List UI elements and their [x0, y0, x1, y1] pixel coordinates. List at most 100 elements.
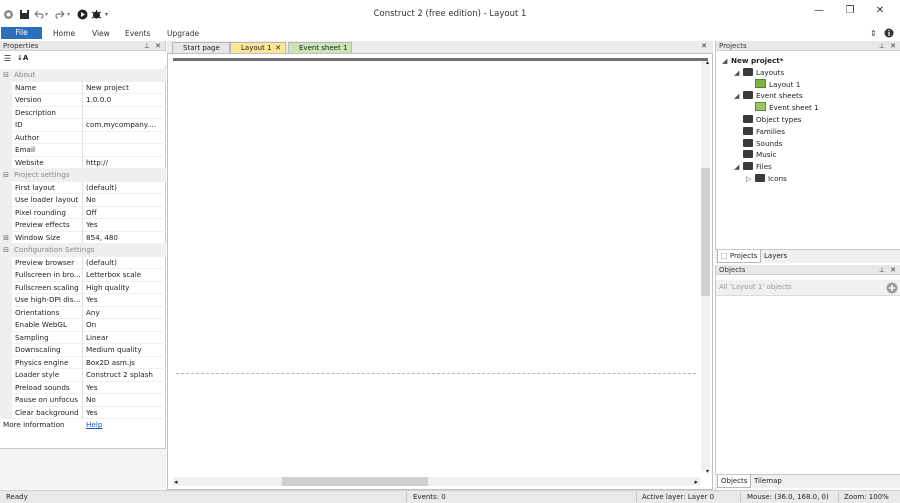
- property-value[interactable]: Off: [86, 207, 164, 220]
- layout-canvas[interactable]: ◂ ▸ ▴ ▾: [167, 53, 713, 490]
- property-row[interactable]: Enable WebGL On: [0, 319, 166, 332]
- tree-item[interactable]: ◢ Event sheets: [734, 90, 803, 102]
- tab-view[interactable]: View: [92, 27, 110, 40]
- property-value[interactable]: Medium quality: [86, 344, 164, 357]
- property-row[interactable]: Email: [0, 144, 166, 157]
- tab-projects[interactable]: ⬚ Projects: [717, 250, 762, 263]
- property-row[interactable]: Pixel rounding Off: [0, 206, 166, 220]
- tree-item[interactable]: ◢ New project*: [722, 55, 783, 67]
- property-value[interactable]: Any: [86, 307, 164, 320]
- property-value[interactable]: No: [86, 394, 164, 407]
- property-value[interactable]: New project: [86, 82, 164, 95]
- collapse-category-icon[interactable]: ⊟: [0, 69, 12, 82]
- property-value[interactable]: Linear: [86, 332, 164, 345]
- scroll-right-icon[interactable]: ▸: [694, 478, 698, 486]
- tab-objects[interactable]: Objects: [717, 475, 752, 488]
- property-value[interactable]: Yes: [86, 219, 164, 232]
- pin-icon[interactable]: ⊥: [144, 41, 150, 51]
- tree-item[interactable]: Families: [734, 126, 785, 138]
- property-row[interactable]: Name New project: [0, 81, 166, 95]
- property-row[interactable]: Author: [0, 131, 166, 144]
- property-value[interactable]: 854, 480: [86, 232, 164, 245]
- tree-item[interactable]: ◢ Files: [734, 161, 772, 173]
- collapse-ribbon-icon[interactable]: ⇕: [870, 27, 877, 40]
- property-row[interactable]: Downscaling Medium quality: [0, 344, 166, 357]
- property-value[interactable]: 1.0.0.0: [86, 94, 164, 107]
- property-row[interactable]: Preview effects Yes: [0, 219, 166, 232]
- pin-icon[interactable]: ⊥: [879, 41, 885, 51]
- property-value[interactable]: (default): [86, 182, 164, 195]
- help-link[interactable]: Help: [86, 419, 102, 432]
- sort-az-icon[interactable]: ↓A: [17, 54, 28, 62]
- property-row[interactable]: Website http://: [0, 156, 166, 170]
- property-row[interactable]: Loader style Construct 2 splash: [0, 369, 166, 382]
- tree-item[interactable]: Music: [734, 149, 776, 161]
- tree-item[interactable]: ◢ Layouts: [734, 67, 784, 79]
- property-row[interactable]: Version 1.0.0.0: [0, 94, 166, 107]
- close-button[interactable]: ✕: [866, 4, 894, 18]
- close-document-icon[interactable]: ✕: [701, 42, 707, 50]
- expand-arrow-icon[interactable]: ▷: [746, 174, 755, 186]
- close-panel-icon[interactable]: ✕: [890, 41, 896, 51]
- close-panel-icon[interactable]: ✕: [155, 41, 161, 51]
- property-row[interactable]: Use loader layout No: [0, 194, 166, 207]
- property-row[interactable]: ID com.mycompany....: [0, 119, 166, 132]
- tree-item[interactable]: ▷ Icons: [746, 173, 787, 185]
- doc-tab-start-page[interactable]: Start page: [172, 42, 230, 53]
- tab-tilemap[interactable]: Tilemap: [751, 475, 785, 488]
- property-category[interactable]: ⊟ Configuration Settings: [0, 244, 166, 257]
- vertical-scroll-thumb[interactable]: [701, 168, 710, 296]
- pin-icon[interactable]: ⊥: [879, 265, 885, 275]
- expand-arrow-icon[interactable]: ◢: [734, 68, 743, 80]
- expand-arrow-icon[interactable]: ◢: [734, 162, 743, 174]
- property-value[interactable]: Yes: [86, 294, 164, 307]
- property-row[interactable]: Orientations Any: [0, 306, 166, 320]
- minimize-button[interactable]: —: [805, 4, 833, 18]
- collapse-category-icon[interactable]: ⊟: [0, 169, 12, 182]
- property-value[interactable]: http://: [86, 157, 164, 170]
- property-value[interactable]: No: [86, 194, 164, 207]
- expand-arrow-icon[interactable]: ◢: [734, 91, 743, 103]
- tree-item[interactable]: Layout 1: [746, 78, 800, 91]
- add-object-icon[interactable]: [886, 282, 898, 294]
- property-value[interactable]: com.mycompany....: [86, 119, 164, 132]
- property-row[interactable]: Description: [0, 106, 166, 119]
- tree-item[interactable]: Sounds: [734, 138, 782, 150]
- scroll-up-icon[interactable]: ▴: [706, 59, 709, 66]
- property-value[interactable]: High quality: [86, 282, 164, 295]
- expand-property-icon[interactable]: ⊞: [0, 231, 12, 244]
- expand-arrow-icon[interactable]: ◢: [722, 56, 731, 68]
- property-row[interactable]: Physics engine Box2D asm.js: [0, 356, 166, 370]
- property-value[interactable]: Letterbox scale: [86, 269, 164, 282]
- scroll-down-icon[interactable]: ▾: [706, 468, 709, 475]
- property-value[interactable]: Yes: [86, 407, 164, 420]
- tab-file[interactable]: File: [1, 27, 42, 39]
- tree-item[interactable]: Object types: [734, 114, 802, 126]
- property-value[interactable]: Construct 2 splash: [86, 369, 164, 382]
- categorized-view-icon[interactable]: ☰: [4, 54, 11, 63]
- tree-item[interactable]: Event sheet 1: [746, 102, 819, 114]
- help-info-icon[interactable]: [884, 27, 894, 40]
- property-row[interactable]: Fullscreen scaling High quality: [0, 281, 166, 295]
- property-row[interactable]: Pause on unfocus No: [0, 394, 166, 407]
- property-row[interactable]: ⊞ Window Size 854, 480: [0, 231, 166, 245]
- property-value[interactable]: On: [86, 319, 164, 332]
- horizontal-scrollbar[interactable]: [173, 477, 700, 486]
- tab-home[interactable]: Home: [53, 27, 75, 40]
- property-value[interactable]: Box2D asm.js: [86, 357, 164, 370]
- tab-layers[interactable]: Layers: [761, 250, 790, 263]
- collapse-category-icon[interactable]: ⊟: [0, 244, 12, 257]
- tab-events[interactable]: Events: [125, 27, 150, 40]
- property-row[interactable]: First layout (default): [0, 181, 166, 195]
- scroll-left-icon[interactable]: ◂: [174, 478, 178, 486]
- horizontal-scroll-thumb[interactable]: [282, 477, 428, 486]
- property-value[interactable]: (default): [86, 257, 164, 270]
- object-filter[interactable]: All 'Layout 1' objects: [716, 280, 900, 296]
- doc-tab-event-sheet-1[interactable]: Event sheet 1: [288, 42, 352, 53]
- property-row[interactable]: Use high-DPI dis... Yes: [0, 294, 166, 307]
- close-panel-icon[interactable]: ✕: [890, 265, 896, 275]
- property-category[interactable]: ⊟ About: [0, 69, 166, 82]
- property-row[interactable]: Fullscreen in bro... Letterbox scale: [0, 269, 166, 282]
- property-category[interactable]: ⊟ Project settings: [0, 169, 166, 182]
- property-row[interactable]: Preview browser (default): [0, 256, 166, 270]
